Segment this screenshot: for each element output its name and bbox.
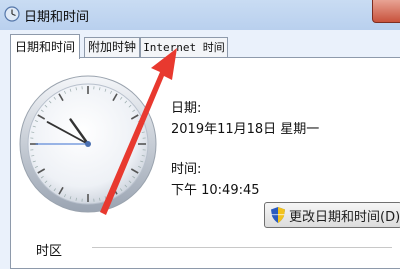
date-value: 2019年11月18日 星期一	[171, 118, 319, 137]
time-value: 下午 10:49:45	[171, 179, 260, 198]
tab-bar: 日期和时间 附加时钟 Internet 时间	[0, 30, 400, 58]
tab-additional-clocks[interactable]: 附加时钟	[84, 37, 140, 57]
timezone-separator	[92, 247, 392, 248]
tab-date-time[interactable]: 日期和时间	[10, 34, 80, 59]
uac-shield-icon	[271, 207, 285, 223]
time-label: 时间:	[171, 158, 201, 177]
clock-icon	[4, 6, 20, 22]
change-datetime-button[interactable]: 更改日期和时间(D)...	[264, 202, 400, 228]
title-bar: 日期和时间	[0, 0, 400, 30]
close-button[interactable]	[372, 0, 400, 23]
analog-clock	[18, 74, 158, 214]
timezone-label: 时区	[36, 240, 62, 259]
date-label: 日期:	[171, 97, 201, 116]
tab-internet-time[interactable]: Internet 时间	[140, 37, 228, 57]
change-datetime-label: 更改日期和时间(D)...	[289, 206, 400, 225]
window-title: 日期和时间	[24, 6, 89, 25]
